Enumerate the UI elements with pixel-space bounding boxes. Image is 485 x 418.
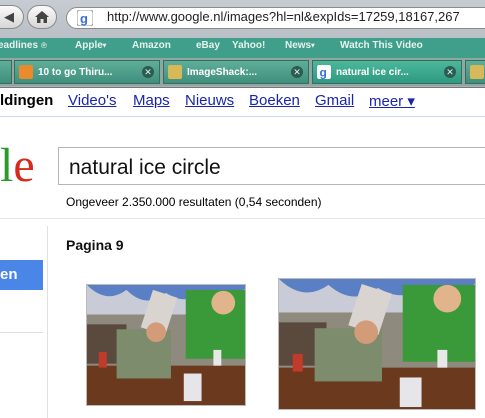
tab-10-to-go[interactable]: 10 to go Thiru... ✕ [14, 60, 160, 84]
bookmark-apple[interactable]: Apple▾ [75, 40, 106, 51]
image-result-thumbnail[interactable] [86, 284, 246, 406]
tab-edge[interactable] [0, 60, 12, 84]
google-nav-bar: ldingen Video's Maps Nieuws Boeken Gmail… [0, 92, 485, 114]
nav-divider [0, 116, 485, 117]
address-bar[interactable]: g http://www.google.nl/images?hl=nl&expI… [66, 7, 485, 29]
close-icon[interactable]: ✕ [444, 66, 456, 78]
nav-current-item: ldingen [0, 92, 54, 109]
dropdown-caret-icon: ▾ [102, 42, 107, 50]
rss-icon: ℗ [40, 41, 47, 50]
tab-favicon-icon [470, 65, 484, 79]
results-count: Ongeveer 2.350.000 resultaten (0,54 seco… [66, 195, 322, 209]
bookmark-watch-this-video[interactable]: Watch This Video [340, 40, 423, 51]
search-input[interactable]: natural ice circle [58, 147, 485, 185]
bookmark-yahoo[interactable]: Yahoo! [232, 40, 265, 51]
bookmark-headlines[interactable]: eadlines ℗ [0, 40, 47, 51]
home-icon [35, 11, 49, 23]
nav-link-gmail[interactable]: Gmail [315, 92, 354, 109]
close-icon[interactable]: ✕ [142, 66, 154, 78]
tab-partial[interactable] [465, 60, 485, 84]
tab-imageshack[interactable]: ImageShack:... ✕ [163, 60, 309, 84]
bookmark-ebay[interactable]: eBay [196, 40, 220, 51]
sidebar-divider [0, 332, 43, 333]
sidebar-divider [47, 226, 48, 418]
google-favicon-icon: g [77, 10, 93, 26]
nav-link-nieuws[interactable]: Nieuws [185, 92, 234, 109]
result-photo [87, 285, 245, 405]
tab-bar: 10 to go Thiru... ✕ ImageShack:... ✕ g n… [0, 58, 485, 86]
bookmark-amazon[interactable]: Amazon [132, 40, 171, 51]
google-logo[interactable]: le [0, 140, 35, 192]
url-text[interactable]: http://www.google.nl/images?hl=nl&expIds… [107, 9, 460, 24]
svg-text:g: g [80, 11, 88, 26]
image-result-thumbnail[interactable] [278, 278, 476, 410]
results-divider [0, 218, 485, 219]
tab-natural-ice-circle[interactable]: g natural ice cir... ✕ [312, 60, 462, 84]
bookmarks-bar: eadlines ℗ Apple▾ Amazon eBay Yahoo! New… [0, 38, 485, 58]
svg-text:g: g [320, 66, 327, 80]
result-photo [279, 279, 475, 409]
nav-link-maps[interactable]: Maps [133, 92, 170, 109]
dropdown-caret-icon: ▾ [311, 42, 315, 50]
google-favicon-icon: g [317, 65, 331, 79]
close-icon[interactable]: ✕ [291, 66, 303, 78]
nav-link-meer[interactable]: meer ▾ [369, 92, 415, 110]
back-button[interactable]: ◀ [0, 5, 24, 29]
browser-toolbar: ◀ g http://www.google.nl/images?hl=nl&ex… [0, 3, 485, 33]
browser-chrome: ◀ g http://www.google.nl/images?hl=nl&ex… [0, 0, 485, 88]
nav-link-boeken[interactable]: Boeken [249, 92, 300, 109]
nav-link-videos[interactable]: Video's [68, 92, 116, 109]
back-arrow-icon: ◀ [4, 9, 14, 24]
tab-favicon-icon [168, 65, 182, 79]
tab-favicon-icon [19, 65, 33, 79]
home-button[interactable] [27, 5, 57, 29]
page-label: Pagina 9 [66, 237, 124, 253]
sidebar-search-button[interactable]: en [0, 260, 43, 290]
bookmark-news[interactable]: News▾ [285, 40, 315, 51]
